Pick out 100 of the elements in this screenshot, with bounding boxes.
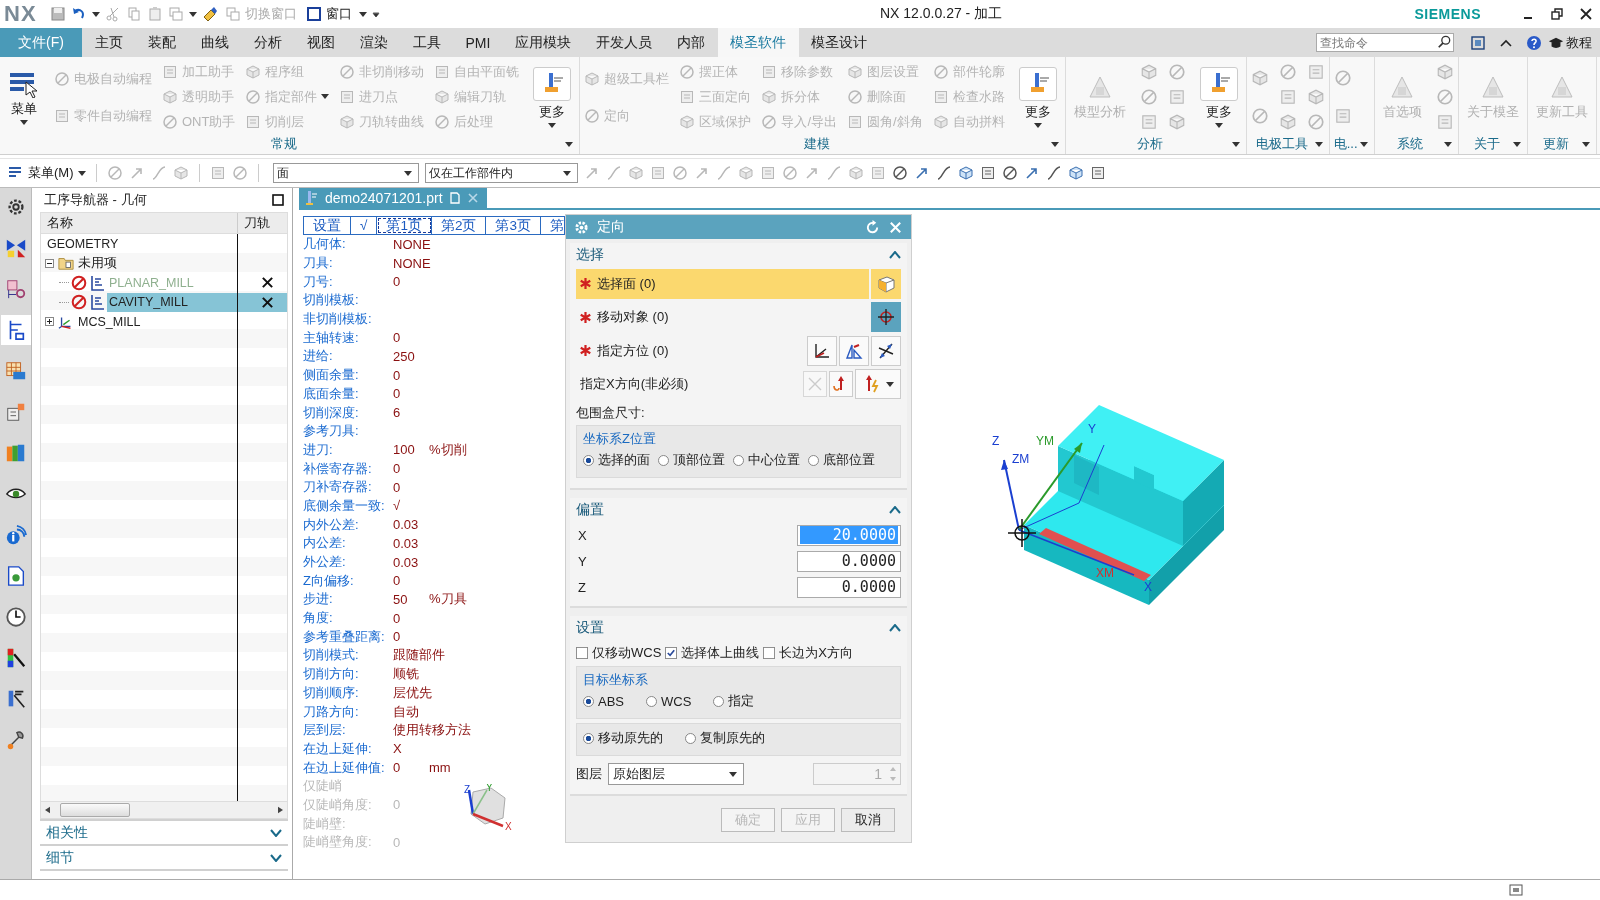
table-icon[interactable] <box>4 360 27 382</box>
info-icon[interactable] <box>4 524 27 546</box>
panel-header[interactable]: 细节 <box>46 848 74 867</box>
chevron-down-icon[interactable] <box>270 853 282 862</box>
selection-step[interactable]: 移动对象 (0) <box>576 302 869 333</box>
caret-icon[interactable] <box>1231 141 1240 147</box>
collapse-icon[interactable] <box>45 258 54 268</box>
menu-button[interactable]: 菜单(M) <box>8 164 86 182</box>
caret-icon[interactable] <box>1443 141 1452 147</box>
caret-icon[interactable] <box>565 141 574 147</box>
caret-icon[interactable] <box>1314 141 1323 147</box>
csys-button[interactable] <box>807 335 837 366</box>
restore-icon[interactable] <box>1551 8 1563 20</box>
column-header[interactable]: 刀轨 <box>238 213 270 233</box>
ribbon-tab[interactable]: 曲线 <box>188 28 241 57</box>
ribbon-tab[interactable]: 分析 <box>241 28 294 57</box>
checkbox[interactable] <box>665 647 678 659</box>
window-button[interactable]: 窗口 <box>303 5 354 23</box>
dialog-button[interactable]: 取消 <box>841 808 895 832</box>
page-tab[interactable]: 第1页 <box>377 217 432 234</box>
radio-button[interactable] <box>583 454 594 466</box>
ribbon-tab[interactable]: 视图 <box>294 28 347 57</box>
page-tab[interactable]: 第2页 <box>431 217 487 234</box>
ribbon-tab[interactable]: 内部 <box>664 28 718 57</box>
customize-icon[interactable] <box>371 11 380 17</box>
checkbox[interactable] <box>763 647 776 659</box>
number-field[interactable]: 0.0000 <box>797 576 901 598</box>
radio-button[interactable] <box>713 695 725 707</box>
scrollbar-thumb[interactable] <box>60 803 130 817</box>
database-icon[interactable] <box>4 278 27 300</box>
fit-view-icon[interactable] <box>1508 882 1524 898</box>
help-icon[interactable] <box>1526 34 1542 51</box>
page-tab[interactable]: 第3页 <box>486 217 541 234</box>
chevron-up-icon[interactable] <box>889 624 901 632</box>
chevron-up-icon[interactable] <box>889 251 901 259</box>
ribbon-tab[interactable]: 开发人员 <box>583 28 665 57</box>
inferred-vector-button[interactable] <box>855 369 901 400</box>
point-direction-button[interactable] <box>829 371 853 398</box>
section-title[interactable]: 设置 <box>576 619 604 637</box>
left-arrow-icon[interactable] <box>45 806 50 814</box>
ribbon-button[interactable]: 菜单 <box>4 67 44 127</box>
column-header[interactable]: 名称 <box>41 213 238 233</box>
ribbon-tab[interactable]: 应用模块 <box>502 28 584 57</box>
ribbon-tab[interactable]: PMI <box>453 28 503 57</box>
close-icon[interactable] <box>1580 8 1592 20</box>
clock-icon[interactable] <box>4 606 27 628</box>
select-object-button[interactable] <box>871 302 901 333</box>
section-title[interactable]: 选择 <box>576 246 604 264</box>
horizontal-scrollbar[interactable] <box>41 801 287 818</box>
vector-button[interactable] <box>871 335 901 366</box>
tree-item[interactable]: GEOMETRY <box>45 234 241 254</box>
tree-item[interactable]: 未用项 <box>76 253 241 273</box>
section-title[interactable]: 偏置 <box>576 501 604 519</box>
panel-header[interactable]: 相关性 <box>46 823 88 842</box>
tree-item[interactable]: MCS_MILL <box>76 312 241 332</box>
ribbon-button[interactable]: 更多 <box>1014 64 1061 130</box>
filter-dropdown[interactable]: 面 <box>272 163 419 183</box>
align-button[interactable] <box>839 335 869 366</box>
fullscreen-icon[interactable] <box>1470 34 1486 51</box>
ribbon-button[interactable]: 更多 <box>529 64 576 130</box>
page-tab[interactable]: √ <box>351 217 378 234</box>
maximize-icon[interactable] <box>272 194 284 206</box>
caret-icon[interactable] <box>1581 141 1590 147</box>
symmetry-icon[interactable] <box>4 237 27 259</box>
reset-icon[interactable] <box>865 219 880 235</box>
ribbon-tab[interactable]: 模圣设计 <box>798 28 880 57</box>
page-tab[interactable]: 设置 <box>304 217 351 234</box>
radio-button[interactable] <box>583 695 594 707</box>
machine-icon[interactable] <box>4 401 27 423</box>
tree-item[interactable]: CAVITY_MILL <box>107 292 255 312</box>
expand-icon[interactable] <box>45 317 54 327</box>
caret-icon[interactable] <box>1359 141 1368 147</box>
radio-button[interactable] <box>646 695 657 707</box>
tutorial-button[interactable]: 教程 <box>1548 28 1600 57</box>
filter-dropdown[interactable]: 仅在工作部件内 <box>424 163 578 183</box>
search-icon[interactable] <box>1437 35 1451 49</box>
search-field[interactable]: 查找命令 <box>1316 33 1454 52</box>
save-icon[interactable] <box>49 6 66 22</box>
ribbon-tab[interactable]: 模圣软件 <box>717 28 799 57</box>
tree-icon[interactable] <box>0 315 31 345</box>
radio-button[interactable] <box>733 454 744 466</box>
ribbon-tab[interactable]: 渲染 <box>347 28 400 57</box>
selection-step[interactable]: 指定方位 (0) <box>576 335 805 366</box>
books-icon[interactable] <box>4 442 27 464</box>
caret-icon[interactable] <box>1050 141 1059 147</box>
layer-dropdown[interactable]: 原始图层 <box>608 763 744 785</box>
radio-button[interactable] <box>658 454 669 466</box>
chevron-up-icon[interactable] <box>889 506 901 514</box>
checkbox[interactable] <box>576 647 588 659</box>
caret-icon[interactable] <box>1512 141 1521 147</box>
chevron-down-icon[interactable] <box>270 828 282 837</box>
right-arrow-icon[interactable] <box>278 806 283 814</box>
eraser-icon[interactable] <box>201 6 218 22</box>
radio-button[interactable] <box>808 454 819 466</box>
selection-step[interactable]: 指定X方向(非必须) <box>576 369 801 400</box>
radio-button[interactable] <box>685 732 696 744</box>
ribbon-tab[interactable]: 工具 <box>400 28 453 57</box>
selection-step[interactable]: 选择面 (0) <box>576 268 869 299</box>
radio-button[interactable] <box>583 732 594 744</box>
number-field[interactable]: 0.0000 <box>797 550 901 572</box>
